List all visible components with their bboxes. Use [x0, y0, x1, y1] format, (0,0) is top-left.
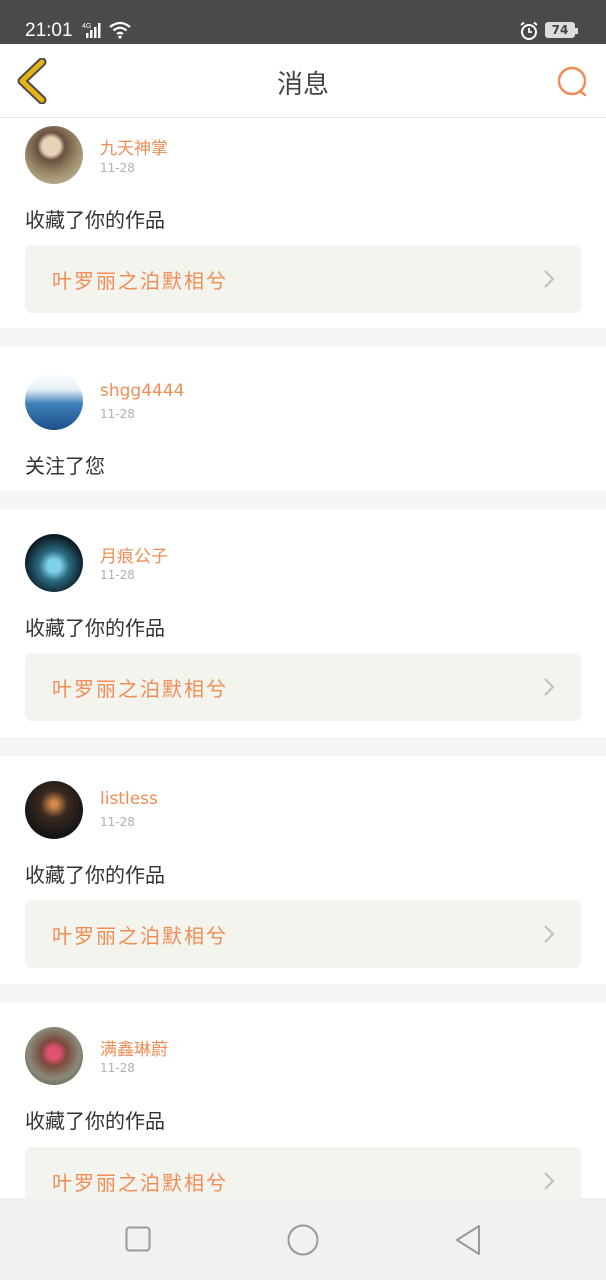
signal-icon: 4G [82, 21, 104, 43]
work-title: 叶罗丽之泊默相兮 [52, 924, 228, 948]
recent-apps-icon[interactable] [125, 1226, 151, 1256]
username[interactable]: 九天神掌 [100, 134, 168, 159]
message-date: 11-28 [100, 161, 135, 175]
avatar[interactable] [25, 126, 83, 184]
username[interactable]: listless [100, 789, 158, 809]
chevron-right-icon [544, 678, 555, 696]
svg-text:4G: 4G [82, 23, 91, 30]
message-action: 收藏了你的作品 [25, 1109, 165, 1133]
username[interactable]: shgg4444 [100, 381, 184, 401]
message-action: 收藏了你的作品 [25, 616, 165, 640]
message-action: 收藏了你的作品 [25, 208, 165, 232]
message-date: 11-28 [100, 815, 135, 829]
message-date: 11-28 [100, 1061, 135, 1075]
back-icon[interactable] [454, 1224, 482, 1260]
message-item[interactable]: 九天神掌 11-28 收藏了你的作品 叶罗丽之泊默相兮 [0, 118, 606, 328]
message-date: 11-28 [100, 407, 135, 421]
avatar[interactable] [25, 781, 83, 839]
search-button[interactable] [554, 63, 592, 101]
avatar[interactable] [25, 534, 83, 592]
avatar[interactable] [25, 1027, 83, 1085]
work-title: 叶罗丽之泊默相兮 [52, 677, 228, 701]
top-bar: 消息 [0, 44, 606, 118]
home-icon[interactable] [287, 1224, 319, 1260]
message-item[interactable]: listless 11-28 收藏了你的作品 叶罗丽之泊默相兮 [0, 756, 606, 984]
battery-icon: 74 [545, 22, 578, 38]
chevron-right-icon [544, 270, 555, 288]
chevron-right-icon [544, 1172, 555, 1190]
message-list[interactable]: 九天神掌 11-28 收藏了你的作品 叶罗丽之泊默相兮 shgg4444 11-… [0, 118, 606, 1198]
avatar[interactable] [25, 372, 83, 430]
message-action: 关注了您 [25, 454, 105, 478]
message-item[interactable]: shgg4444 11-28 关注了您 [0, 347, 606, 491]
work-link[interactable]: 叶罗丽之泊默相兮 [25, 900, 581, 968]
work-link[interactable]: 叶罗丽之泊默相兮 [25, 653, 581, 721]
system-nav-bar [0, 1198, 606, 1280]
work-link[interactable]: 叶罗丽之泊默相兮 [25, 245, 581, 313]
wifi-icon [108, 20, 132, 44]
alarm-icon [519, 21, 539, 45]
message-item[interactable]: 月痕公子 11-28 收藏了你的作品 叶罗丽之泊默相兮 [0, 509, 606, 737]
work-link[interactable]: 叶罗丽之泊默相兮 [25, 1147, 581, 1198]
message-date: 11-28 [100, 568, 135, 582]
status-bar: 21:01 4G 74 [0, 0, 606, 44]
username[interactable]: 月痕公子 [100, 542, 168, 567]
chevron-right-icon [544, 925, 555, 943]
message-action: 收藏了你的作品 [25, 863, 165, 887]
work-title: 叶罗丽之泊默相兮 [52, 269, 228, 293]
username[interactable]: 满鑫琳蔚 [100, 1035, 168, 1060]
page-title: 消息 [276, 70, 329, 100]
status-time: 21:01 [25, 20, 73, 41]
search-icon [557, 66, 587, 97]
work-title: 叶罗丽之泊默相兮 [52, 1171, 228, 1195]
message-item[interactable]: 满鑫琳蔚 11-28 收藏了你的作品 叶罗丽之泊默相兮 [0, 1002, 606, 1198]
